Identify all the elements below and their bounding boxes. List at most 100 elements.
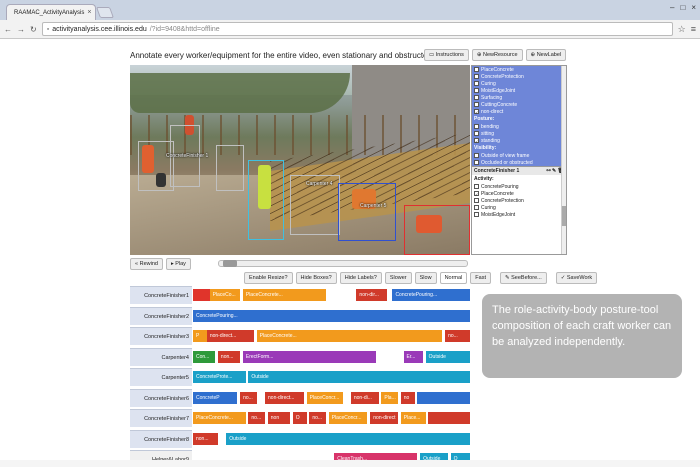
option-moistedgejoint[interactable]: MoistEdgeJoint bbox=[472, 211, 566, 218]
activity-segment[interactable]: PlaceConcrete... bbox=[242, 289, 326, 301]
video-scrubber[interactable] bbox=[218, 260, 468, 267]
activity-segment[interactable]: Place... bbox=[400, 412, 426, 424]
checkbox[interactable] bbox=[474, 212, 479, 217]
edit-icon[interactable]: ✎ bbox=[552, 168, 556, 174]
speed-fast-button[interactable]: Fast bbox=[470, 272, 491, 284]
speed-slower-button[interactable]: Slower bbox=[384, 272, 412, 284]
timeline-row-label[interactable]: ConcreteFinisher2 bbox=[130, 306, 192, 325]
see-before-button[interactable]: ✎ SeeBefore... bbox=[500, 272, 547, 284]
instructions-button[interactable]: ▭ Instructions bbox=[424, 49, 469, 61]
checkbox[interactable] bbox=[474, 81, 479, 86]
activity-segment[interactable]: non... bbox=[217, 350, 241, 363]
new-tab-button[interactable] bbox=[95, 7, 115, 18]
panel-scrollbar[interactable] bbox=[561, 66, 566, 254]
enable-resize-button[interactable]: Enable Resize? bbox=[244, 272, 293, 284]
hide-labels-button[interactable]: Hide Labels? bbox=[339, 272, 382, 284]
play-button[interactable]: ▸ Play bbox=[165, 258, 191, 270]
option-placeconcrete[interactable]: PlaceConcrete bbox=[472, 66, 566, 73]
checkbox[interactable] bbox=[474, 88, 479, 93]
activity-segment[interactable]: non-direct bbox=[370, 412, 398, 424]
activity-segment[interactable]: Con... bbox=[193, 350, 216, 363]
activity-segment[interactable]: Outside bbox=[425, 350, 470, 363]
activity-segment[interactable]: Outside bbox=[226, 432, 470, 445]
activity-segment[interactable] bbox=[428, 412, 470, 424]
checkbox[interactable] bbox=[474, 102, 479, 107]
activity-segment[interactable]: no bbox=[400, 391, 415, 404]
rewind-button[interactable]: « Rewind bbox=[130, 258, 163, 270]
timeline-row-label[interactable]: Carpenter5 bbox=[130, 368, 192, 386]
timeline-track[interactable]: ConcreteP no... non-direct... PlaceConcr...… bbox=[193, 388, 470, 407]
option-concreteprotection[interactable]: ConcreteProtection bbox=[472, 73, 566, 80]
activity-segment[interactable]: Er... bbox=[403, 350, 423, 363]
activity-segment[interactable]: no... bbox=[445, 330, 470, 342]
forward-icon[interactable]: → bbox=[17, 25, 25, 34]
activity-segment[interactable]: no... bbox=[309, 412, 326, 424]
timeline-track[interactable]: ConcretePouring... bbox=[193, 306, 470, 325]
checkbox[interactable]: ✓ bbox=[474, 138, 479, 144]
timeline-row-label[interactable]: ConcreteFinisher6 bbox=[130, 388, 192, 407]
bounding-box[interactable] bbox=[404, 205, 470, 255]
close-window-icon[interactable]: × bbox=[691, 3, 696, 12]
bounding-box[interactable] bbox=[138, 141, 174, 191]
activity-segment[interactable]: ConcreteProte... bbox=[193, 371, 246, 383]
timeline-track[interactable]: PlaceCo... PlaceConcrete... non-dir... Conc… bbox=[193, 286, 470, 304]
timeline-row-label[interactable]: Carpenter4 bbox=[130, 347, 192, 366]
timeline-track[interactable]: ConcreteProte... Outside bbox=[193, 368, 470, 386]
option-concretepouring[interactable]: ConcretePouring bbox=[472, 183, 566, 190]
checkbox[interactable] bbox=[474, 131, 479, 136]
checkbox[interactable] bbox=[474, 198, 479, 203]
checkbox[interactable] bbox=[474, 67, 479, 72]
browser-tab[interactable]: RAAMAC_ActivityAnalysis × bbox=[6, 4, 96, 20]
checkbox[interactable] bbox=[474, 205, 479, 210]
activity-segment[interactable]: P bbox=[193, 330, 207, 342]
timeline-row-label[interactable]: ConcreteFinisher7 bbox=[130, 409, 192, 427]
activity-segment[interactable]: non-direct... bbox=[206, 330, 254, 342]
checkbox[interactable] bbox=[474, 124, 479, 129]
hide-boxes-button[interactable]: Hide Boxes? bbox=[295, 272, 337, 284]
checkbox[interactable]: ✓ bbox=[474, 191, 479, 197]
activity-segment[interactable] bbox=[193, 289, 210, 301]
speed-slow-button[interactable]: Slow bbox=[414, 272, 437, 284]
timeline-track[interactable]: Con... non... ErectForm... Er... Outside bbox=[193, 347, 470, 366]
activity-segment[interactable]: ErectForm... bbox=[242, 350, 376, 363]
timeline-track[interactable]: non... Outside bbox=[193, 429, 470, 448]
url-input[interactable]: ▫ activityanalysis.cee.illinois.edu/?id=… bbox=[41, 22, 673, 36]
timeline-row-label[interactable]: ConcreteFinisher8 bbox=[130, 429, 192, 448]
option-sitting[interactable]: sitting bbox=[472, 130, 566, 137]
activity-segment[interactable]: Pla... bbox=[381, 391, 398, 404]
menu-icon[interactable]: ≡ bbox=[691, 24, 696, 34]
scrubber-thumb[interactable] bbox=[223, 260, 237, 267]
activity-segment[interactable]: non-direct... bbox=[265, 391, 304, 404]
option-curing[interactable]: Curing bbox=[472, 204, 566, 211]
option-outside-of-view-frame[interactable]: Outside of view frame bbox=[472, 152, 566, 159]
option-moistedgejoint[interactable]: MoistEdgeJoint bbox=[472, 87, 566, 94]
bounding-box[interactable] bbox=[338, 183, 396, 241]
checkbox[interactable] bbox=[474, 95, 479, 100]
new-label-button[interactable]: ⊕ NewLabel bbox=[525, 49, 567, 61]
option-occluded-or-obstructed[interactable]: Occluded or obstructed bbox=[472, 159, 566, 166]
checkbox[interactable] bbox=[474, 74, 479, 79]
activity-segment[interactable]: non... bbox=[193, 432, 218, 445]
bounding-box[interactable] bbox=[248, 160, 284, 240]
timeline-row-label[interactable]: ConcreteFinisher1 bbox=[130, 286, 192, 304]
activity-segment[interactable]: ConcreteP bbox=[193, 391, 238, 404]
activity-segment[interactable]: ConcretePouring... bbox=[392, 289, 470, 301]
link-icon[interactable]: ⚯ bbox=[546, 168, 550, 174]
option-concreteprotection[interactable]: ConcreteProtection bbox=[472, 197, 566, 204]
activity-segment[interactable]: no... bbox=[240, 391, 257, 404]
reload-icon[interactable]: ↻ bbox=[30, 25, 37, 34]
activity-segment[interactable]: non bbox=[267, 412, 290, 424]
close-tab-icon[interactable]: × bbox=[87, 9, 91, 16]
activity-segment[interactable]: no... bbox=[248, 412, 265, 424]
option-curing[interactable]: Curing bbox=[472, 80, 566, 87]
activity-segment[interactable]: ConcretePouring... bbox=[193, 309, 470, 322]
activity-segment[interactable]: non-di... bbox=[350, 391, 379, 404]
star-icon[interactable]: ☆ bbox=[678, 24, 686, 35]
checkbox[interactable] bbox=[474, 184, 479, 189]
timeline-track[interactable]: Pnon-direct... PlaceConcrete... no... bbox=[193, 327, 470, 345]
bounding-box[interactable] bbox=[216, 145, 244, 191]
option-cuttingconcrete[interactable]: CuttingConcrete bbox=[472, 101, 566, 108]
video-frame[interactable]: ConcreteFinisher 1 Carpenter 4 Carpenter… bbox=[130, 65, 470, 255]
activity-segment[interactable]: PlaceConcr... bbox=[328, 412, 368, 424]
activity-segment[interactable]: O bbox=[292, 412, 307, 424]
